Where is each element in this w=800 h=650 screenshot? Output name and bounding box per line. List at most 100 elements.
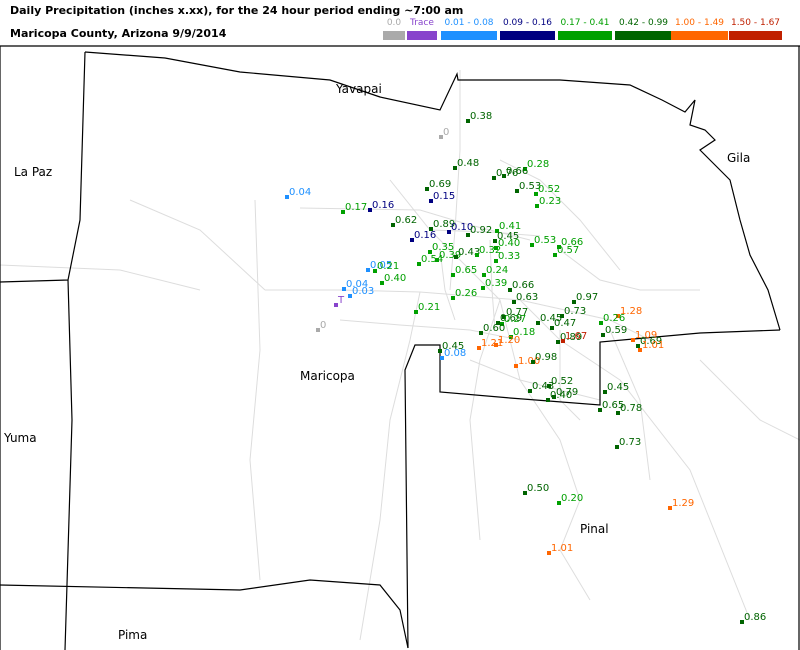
station-value: 0.40 [498,238,520,249]
station-value: 0.15 [433,191,455,202]
station-value: 0.73 [619,437,641,448]
station-value: 0.48 [457,158,479,169]
station-marker[interactable]: 0.54 [417,254,443,266]
road [559,249,700,291]
legend-label: 0.09 - 0.16 [502,18,553,28]
station-value: 0.65 [455,265,477,276]
station-marker[interactable]: 0.60 [479,323,505,335]
station-marker[interactable]: 0.39 [481,278,507,290]
county-label-yavapai: Yavapai [335,82,382,96]
station-marker[interactable]: 0.97 [572,292,598,304]
station-marker[interactable]: 0.86 [740,612,766,624]
station-marker[interactable]: 0.53 [530,235,556,247]
legend-swatch [407,31,437,40]
station-marker[interactable]: 0.47 [550,318,576,330]
station-value: 1.29 [672,498,694,509]
station-marker[interactable]: 0.17 [341,202,367,214]
station-marker[interactable]: 0.24 [482,265,508,277]
station-marker[interactable]: 0.73 [615,437,641,449]
station-marker[interactable]: 0.26 [599,313,625,325]
station-value: 0.40 [550,390,572,401]
station-marker[interactable]: 0.66 [502,166,528,178]
station-marker[interactable]: 0.40 [380,273,406,285]
station-value: 0.92 [470,225,492,236]
station-value: 0.26 [603,313,625,324]
station-value: 1.01 [642,340,664,351]
county-labels: Yavapai Gila La Paz Maricopa Yuma Pinal … [3,82,750,642]
station-marker[interactable]: 0.65 [451,265,477,277]
station-value: 0.03 [352,286,374,297]
station-marker[interactable]: 0.38 [466,111,492,123]
station-marker[interactable]: 0.08 [440,348,466,360]
map-title: Daily Precipitation (inches x.xx), for t… [10,4,464,17]
road [559,330,581,421]
station-value: 0.23 [539,196,561,207]
station-value: 0.38 [470,111,492,122]
station-marker[interactable]: 0.50 [523,483,549,495]
station-marker[interactable]: 0.03 [348,286,374,298]
station-marker[interactable]: 0.20 [557,493,583,505]
station-marker[interactable]: 0.63 [512,292,538,304]
road [0,264,201,291]
station-marker[interactable]: 1.20 [494,335,520,347]
station-value: 1.67 [565,331,587,342]
station-value: 0 [443,127,449,138]
station-value: 0.86 [744,612,766,623]
station-marker[interactable]: 0.52 [534,184,560,196]
station-marker[interactable]: 1.01 [638,340,664,352]
station-value: 0.45 [607,382,629,393]
station-value: 0.52 [538,184,560,195]
station-marker[interactable]: 1.29 [668,498,694,510]
station-marker[interactable]: 0.59 [601,325,627,337]
station-value: 0.97 [576,292,598,303]
map-frame-sides [0,46,800,650]
station-value: 0.24 [486,265,508,276]
station-marker[interactable]: 0.33 [494,251,520,263]
station-marker[interactable]: T [334,295,345,307]
station-marker[interactable]: 0.04 [285,187,311,199]
station-marker[interactable]: 0.62 [391,215,417,227]
legend-label: 0.17 - 0.41 [560,18,610,28]
legend-swatch [383,31,405,40]
legend-swatch [558,31,612,40]
station-marker[interactable]: 0 [316,320,326,332]
road [699,359,800,441]
station-marker[interactable]: 0.45 [603,382,629,394]
station-marker[interactable]: 0 [439,127,449,139]
station-marker[interactable]: 1.01 [547,543,573,555]
station-marker[interactable]: 0.92 [466,225,492,237]
station-marker[interactable]: 0.15 [429,191,455,203]
station-marker[interactable]: 0.21 [373,261,399,273]
station-marker[interactable]: 0.21 [414,302,440,314]
station-value: 0.57 [557,245,579,256]
station-value: 0.27 [504,314,526,325]
station-value: 0.50 [527,483,549,494]
station-layer: 0.3800.48 0.280.760.660.530.520.230.690.1… [285,111,766,624]
station-marker[interactable]: 0.66 [508,280,534,292]
station-marker[interactable]: 0.48 [453,158,479,170]
station-value: 0.08 [444,348,466,359]
station-marker[interactable]: 0.16 [410,230,436,242]
station-marker[interactable]: 0.16 [368,200,394,212]
station-marker[interactable]: 0.40 [546,390,572,402]
station-marker[interactable]: 1.67 [561,331,587,343]
station-value: 1.01 [551,543,573,554]
station-value: 0.98 [535,352,557,363]
station-marker[interactable]: 0.26 [451,288,477,300]
station-value: 0.39 [485,278,507,289]
station-marker[interactable]: 0.78 [616,403,642,415]
county-label-pima: Pima [118,628,147,642]
station-value: 0 [320,320,326,331]
legend-label: Trace [410,18,434,28]
station-value: 0.21 [377,261,399,272]
station-marker[interactable]: 0.57 [553,245,579,257]
station-marker[interactable]: 0.73 [560,306,586,318]
map-viewer: Yavapai Gila La Paz Maricopa Yuma Pinal … [0,0,800,650]
station-marker[interactable]: 0.98 [531,352,557,364]
station-value: 0.26 [455,288,477,299]
station-marker[interactable]: 0.23 [535,196,561,208]
station-value: 0.28 [527,159,549,170]
station-value: 0.66 [506,166,528,177]
station-marker[interactable]: 0.69 [425,179,451,191]
legend-swatch [500,31,555,40]
